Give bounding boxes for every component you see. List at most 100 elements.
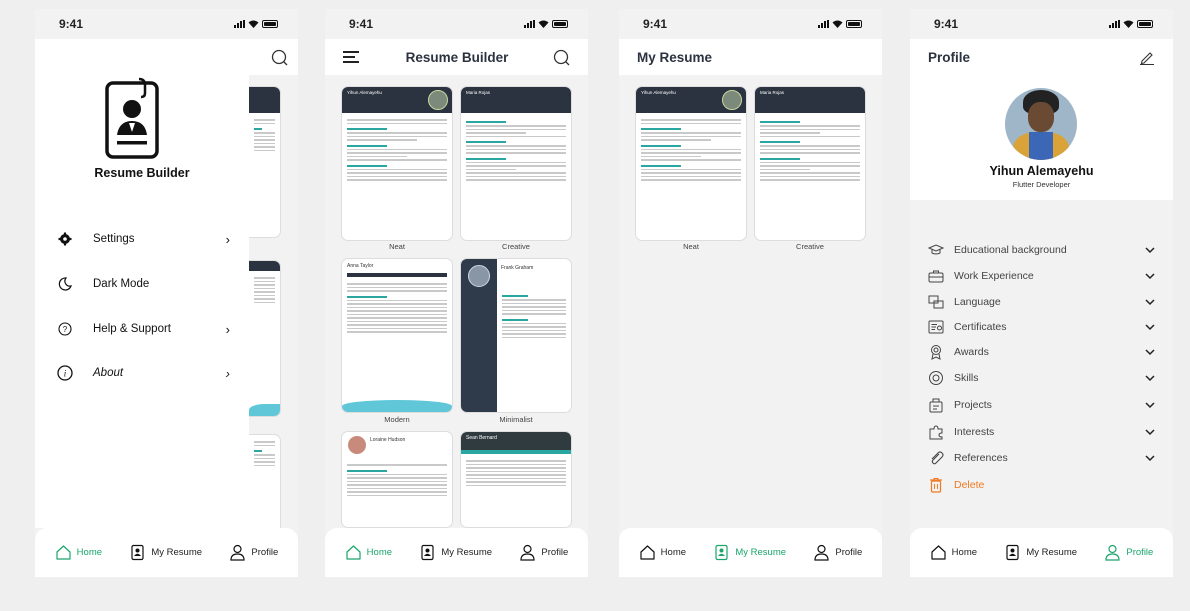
tab-label: Home [660,547,687,558]
section-references[interactable]: References [928,448,1155,468]
menu-item-label: About [93,367,124,379]
award-icon [928,344,944,360]
paperclip-icon [928,450,944,466]
wifi-icon [832,20,843,28]
section-projects[interactable]: Projects [928,395,1155,415]
section-interests[interactable]: Interests [928,422,1155,442]
tab-label: My Resume [1026,547,1078,558]
tab-label: My Resume [735,547,787,558]
tab-profile[interactable]: Profile [519,544,568,561]
bottom-tab-bar: Home My Resume Profile [619,528,882,577]
moon-icon [55,276,75,292]
tab-home[interactable]: Home [930,544,977,561]
tab-label: My Resume [441,547,493,558]
tab-home[interactable]: Home [55,544,102,561]
section-language[interactable]: Language [928,292,1155,312]
tab-my-resume[interactable]: My Resume [713,544,786,561]
chevron-right-icon: › [225,321,230,337]
section-label: Interests [954,426,995,438]
wifi-icon [248,20,259,28]
wifi-icon [538,20,549,28]
menu-item-label: Settings [93,233,135,245]
section-label: Work Experience [954,270,1034,282]
menu-item-help-support[interactable]: ? Help & Support › [55,321,230,337]
template-card-creative[interactable]: Maria Rojas [461,87,571,240]
svg-text:i: i [64,369,67,379]
section-label: Certificates [954,321,1007,333]
background-screen [249,39,298,535]
section-skills[interactable]: Skills [928,368,1155,388]
cv-avatar [428,90,448,110]
resume-logo-icon [105,77,159,159]
profile-name: Yihun Alemayehu [989,164,1094,178]
tab-profile[interactable]: Profile [229,544,278,561]
signal-icon [234,20,245,28]
tab-home[interactable]: Home [639,544,686,561]
app-header: My Resume [619,39,882,75]
menu-icon[interactable] [343,51,361,63]
resume-icon [715,544,728,561]
section-label: Projects [954,399,992,411]
section-label: Skills [954,372,979,384]
section-certificates[interactable]: Certificates [928,317,1155,337]
home-icon [56,545,71,560]
template-card-neat[interactable]: Yihun Alemayehu [342,87,452,240]
chevron-down-icon [1145,428,1155,435]
tab-profile[interactable]: Profile [813,544,862,561]
screen-resume-builder: 9:41 Resume Builder Yihun Alemayehu Neat… [325,9,588,577]
template-card-minimalist[interactable]: Frank Graham [461,259,571,412]
chevron-down-icon [1145,348,1155,355]
tab-label: Profile [835,547,863,558]
tab-label: Home [76,547,103,558]
tab-my-resume[interactable]: My Resume [1004,544,1077,561]
battery-icon [262,20,278,28]
template-card-modern[interactable]: Anna Taylor [342,259,452,412]
resume-icon [131,544,144,561]
resume-card-neat[interactable]: Yihun Alemayehu [636,87,746,240]
tab-label: Profile [251,547,279,558]
chevron-right-icon: › [225,365,230,381]
home-icon [931,545,946,560]
user-icon [1105,544,1120,561]
gear-icon [55,231,75,247]
section-work-experience[interactable]: Work Experience [928,266,1155,286]
briefcase-icon [928,268,944,284]
battery-icon [552,20,568,28]
skills-icon [928,370,944,386]
template-card[interactable]: Loraine Hudson [342,432,452,527]
status-icons [1109,20,1153,28]
menu-item-settings[interactable]: Settings › [55,231,230,247]
puzzle-icon [928,424,944,440]
menu-item-about[interactable]: i About › [55,365,230,381]
tab-home[interactable]: Home [345,544,392,561]
cv-name: Anna Taylor [347,263,374,269]
template-preview [249,261,280,416]
cv-name: Sean Bernard [466,435,497,441]
template-card[interactable]: Sean Bernard [461,432,571,527]
template-preview [249,435,280,535]
resume-card-creative[interactable]: Maria Rojas [755,87,865,240]
section-educational-background[interactable]: Educational background [928,240,1155,260]
resume-icon [421,544,434,561]
avatar[interactable] [1005,88,1077,160]
status-bar: 9:41 [325,9,588,39]
delete-button[interactable]: Delete [928,475,1155,495]
profile-role: Flutter Developer [1012,180,1071,189]
menu-item-dark-mode[interactable]: Dark Mode [55,276,230,292]
search-icon [271,49,288,66]
screen-drawer: 9:41 Resume Builder Settings › Dark Mode… [35,9,298,577]
edit-pencil-icon[interactable] [1139,49,1155,65]
tab-profile[interactable]: Profile [1104,544,1153,561]
section-awards[interactable]: Awards [928,342,1155,362]
home-icon [640,545,655,560]
status-bar: 9:41 [619,9,882,39]
svg-text:?: ? [63,325,68,334]
certificate-icon [928,319,944,335]
cv-name: Yihun Alemayehu [347,90,382,95]
tab-my-resume[interactable]: My Resume [129,544,202,561]
search-icon[interactable] [553,49,570,66]
status-icons [524,20,568,28]
tab-my-resume[interactable]: My Resume [419,544,492,561]
user-icon [520,544,535,561]
status-time: 9:41 [934,17,959,31]
